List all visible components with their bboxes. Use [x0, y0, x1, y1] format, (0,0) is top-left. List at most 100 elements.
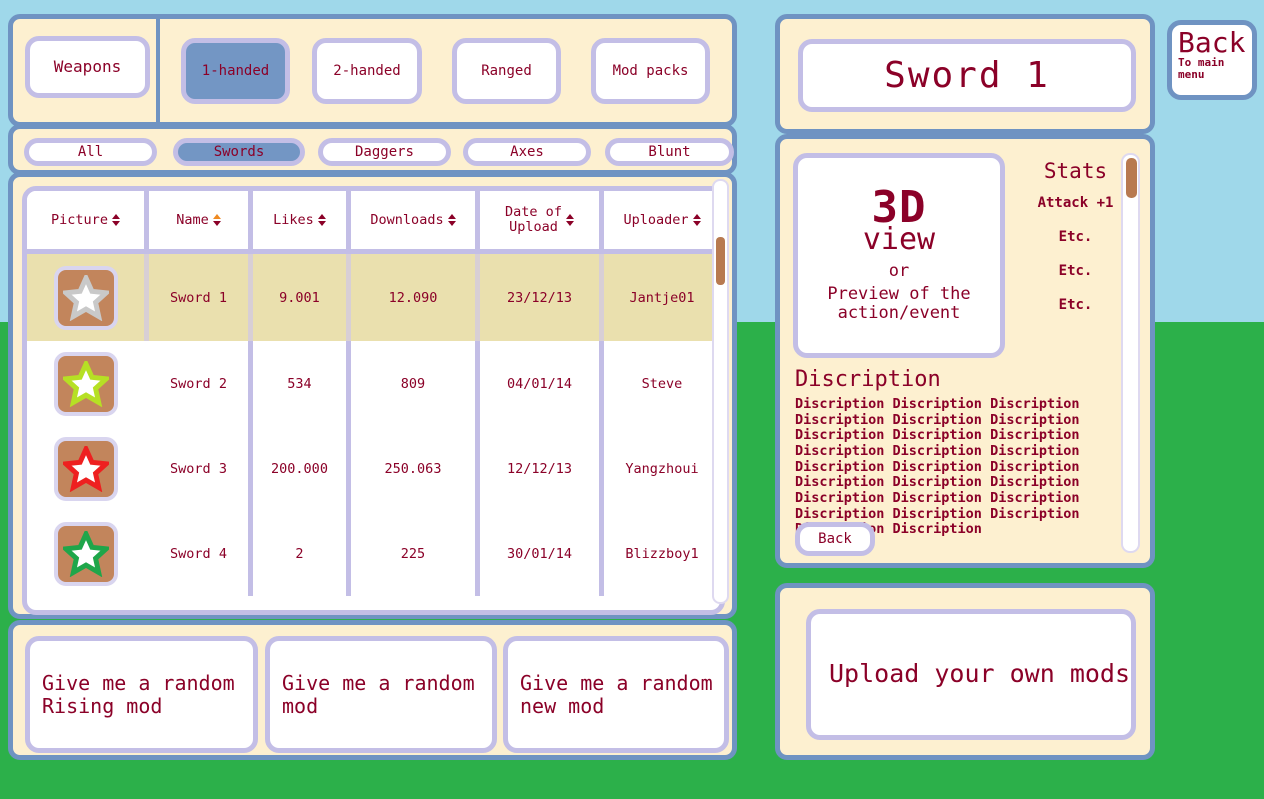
detail-title: Sword 1	[798, 39, 1136, 112]
table-row[interactable]: Sword 3 200.000 250.063 12/12/13 Yangzho…	[27, 426, 720, 511]
back-to-main-menu-title: Back	[1178, 26, 1246, 59]
column-header-date-of-upload[interactable]: Date of Upload	[480, 191, 604, 249]
cell-name: Sword 3	[149, 426, 253, 511]
cell-uploader: Jantje01	[629, 289, 695, 306]
subtab-all[interactable]: All	[24, 138, 157, 166]
table-scrollbar-thumb[interactable]	[716, 237, 725, 285]
preview-or-label: or	[888, 260, 910, 281]
table-header-row: Picture Name Likes Downloads Date of Upl…	[27, 191, 720, 249]
cell-uploader: Steve	[641, 375, 683, 392]
stats-section: Stats Attack +1 Etc. Etc. Etc.	[1018, 159, 1133, 331]
detail-scrollbar[interactable]	[1121, 153, 1140, 553]
cell-name: Sword 2	[149, 341, 253, 426]
preview-view-label: view	[862, 221, 936, 257]
preview-caption-label: Preview of the action/event	[827, 283, 971, 324]
preview-box[interactable]: 3D view or Preview of the action/event	[793, 153, 1005, 358]
cell-downloads: 225	[351, 511, 480, 596]
table-row[interactable]: Sword 4 2 225 30/01/14 Blizzboy1	[27, 511, 720, 596]
stat-item: Attack +1	[1037, 195, 1114, 211]
cell-name: Sword 1	[149, 254, 253, 341]
cell-picture[interactable]	[27, 511, 149, 596]
star-icon	[62, 445, 109, 492]
column-header-name[interactable]: Name	[149, 191, 253, 249]
mod-list-panel: Picture Name Likes Downloads Date of Upl…	[8, 172, 737, 619]
cell-likes: 200.000	[253, 426, 351, 511]
upload-mods-button[interactable]: Upload your own mods	[806, 609, 1136, 740]
table-scrollbar[interactable]	[712, 179, 729, 604]
random-rising-mod-button[interactable]: Give me a random Rising mod	[25, 636, 258, 753]
column-header-picture-label: Picture	[51, 211, 108, 228]
column-header-uploader-label: Uploader	[623, 211, 689, 228]
stat-item: Etc.	[1058, 297, 1093, 313]
cell-downloads: 12.090	[351, 254, 480, 341]
description-title: Discription	[795, 367, 941, 392]
description-body: Discription Discription Discription Disc…	[795, 396, 1080, 538]
cell-name: Sword 4	[149, 511, 253, 596]
random-new-mod-button[interactable]: Give me a random new mod	[503, 636, 729, 753]
subtab-swords[interactable]: Swords	[173, 138, 305, 166]
cell-date: 23/12/13	[480, 254, 604, 341]
column-header-name-label: Name	[176, 211, 209, 228]
weapon-category-panel: Weapons 1-handed 2-handed Ranged Mod pac…	[8, 14, 737, 127]
cell-date: 04/01/14	[480, 341, 604, 426]
random-actions-panel: Give me a random Rising mod Give me a ra…	[8, 620, 737, 760]
category-tab-mod-packs[interactable]: Mod packs	[591, 38, 710, 104]
cell-downloads: 809	[351, 341, 480, 426]
back-to-main-menu-subtitle: To main menu	[1178, 56, 1225, 81]
stat-item: Etc.	[1058, 263, 1093, 279]
cell-likes: 9.001	[253, 254, 351, 341]
detail-scrollbar-thumb[interactable]	[1126, 158, 1137, 198]
star-icon	[62, 274, 109, 321]
column-header-downloads[interactable]: Downloads	[351, 191, 480, 249]
cell-downloads: 250.063	[351, 426, 480, 511]
cell-picture[interactable]	[27, 254, 149, 341]
mod-thumbnail	[53, 436, 118, 501]
section-label-weapons[interactable]: Weapons	[25, 36, 150, 98]
weapons-section: Weapons	[13, 19, 160, 122]
subcategory-panel: All Swords Daggers Axes Blunt	[8, 124, 737, 175]
subtab-blunt[interactable]: Blunt	[605, 138, 734, 166]
column-header-uploader[interactable]: Uploader	[604, 191, 720, 249]
column-header-downloads-label: Downloads	[370, 211, 444, 228]
cell-picture[interactable]	[27, 426, 149, 511]
subtab-daggers[interactable]: Daggers	[318, 138, 451, 166]
back-button[interactable]: Back	[795, 522, 875, 556]
detail-panel: 3D view or Preview of the action/event S…	[775, 134, 1155, 568]
cell-likes: 534	[253, 341, 351, 426]
sort-arrows-name-icon[interactable]	[212, 213, 221, 227]
column-header-picture[interactable]: Picture	[27, 191, 149, 249]
upload-panel: Upload your own mods	[775, 583, 1155, 760]
subtab-axes[interactable]: Axes	[463, 138, 591, 166]
mod-thumbnail	[53, 265, 118, 330]
stats-title: Stats	[1043, 159, 1108, 183]
detail-title-panel: Sword 1	[775, 14, 1155, 134]
cell-uploader: Blizzboy1	[625, 545, 699, 562]
star-icon	[62, 360, 109, 407]
category-tab-ranged[interactable]: Ranged	[452, 38, 561, 104]
cell-picture[interactable]	[27, 341, 149, 426]
category-tab-row: 1-handed 2-handed Ranged Mod packs	[164, 19, 732, 122]
cell-uploader: Yangzhoui	[625, 460, 699, 477]
sort-arrows-likes-icon[interactable]	[317, 213, 326, 227]
cell-date: 12/12/13	[480, 426, 604, 511]
sort-arrows-downloads-icon[interactable]	[447, 213, 456, 227]
mod-thumbnail	[53, 521, 118, 586]
category-tab-2-handed[interactable]: 2-handed	[312, 38, 422, 104]
star-icon	[62, 530, 109, 577]
column-header-likes[interactable]: Likes	[253, 191, 351, 249]
mod-thumbnail	[53, 351, 118, 416]
column-header-likes-label: Likes	[273, 211, 314, 228]
category-tab-1-handed[interactable]: 1-handed	[181, 38, 290, 104]
stat-item: Etc.	[1058, 229, 1093, 245]
sort-arrows-uploader-icon[interactable]	[692, 213, 701, 227]
random-mod-button[interactable]: Give me a random mod	[265, 636, 497, 753]
cell-date: 30/01/14	[480, 511, 604, 596]
table-row[interactable]: Sword 2 534 809 04/01/14 Steve	[27, 341, 720, 426]
sort-arrows-date-icon[interactable]	[565, 213, 574, 227]
cell-likes: 2	[253, 511, 351, 596]
mod-list-table: Picture Name Likes Downloads Date of Upl…	[22, 186, 725, 615]
sort-arrows-picture-icon[interactable]	[111, 213, 120, 227]
back-to-main-menu-button[interactable]: Back To main menu	[1167, 20, 1257, 100]
column-header-date-label: Date of Upload	[505, 204, 562, 235]
table-row[interactable]: Sword 1 9.001 12.090 23/12/13 Jantje01	[27, 254, 720, 341]
